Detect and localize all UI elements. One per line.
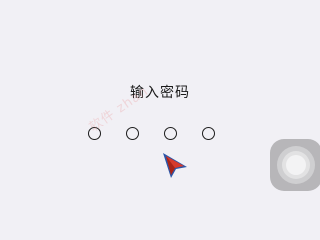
passcode-dot-4	[202, 127, 215, 140]
passcode-dot-3	[164, 127, 177, 140]
passcode-dot-2	[126, 127, 139, 140]
passcode-screen: 输入密码 软件 zhan	[0, 0, 320, 240]
passcode-dots	[88, 127, 216, 143]
assistive-touch-center	[286, 155, 306, 175]
assistive-touch-button[interactable]	[270, 139, 320, 191]
pointer-cursor-icon	[163, 153, 187, 178]
watermark: 软件 zhan	[86, 83, 152, 136]
